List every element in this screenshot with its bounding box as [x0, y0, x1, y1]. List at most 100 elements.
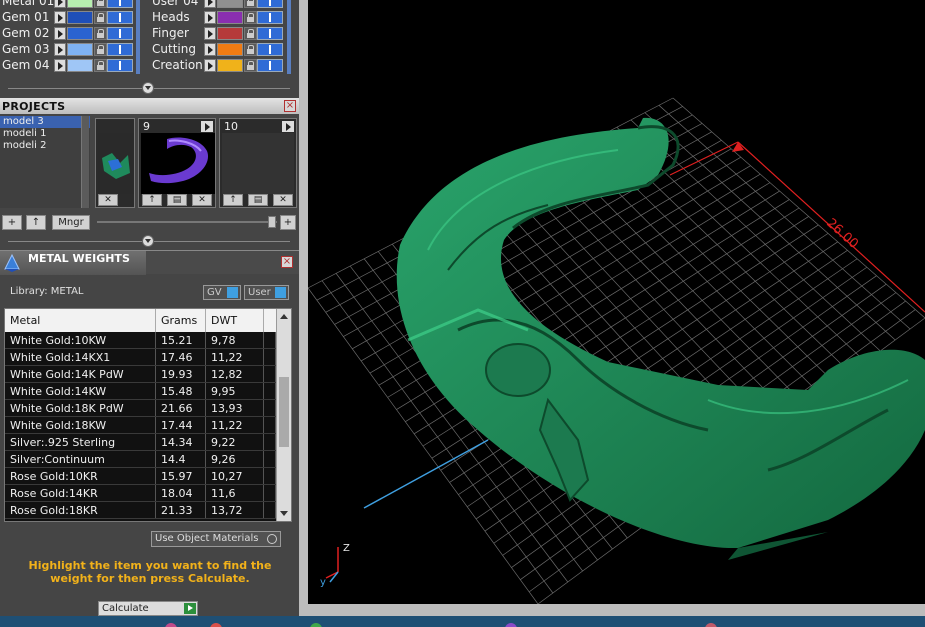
project-thumbnail[interactable]: 10 ↑ ▤ ✕: [219, 118, 297, 208]
axis-z-label: Z: [343, 543, 350, 554]
table-row[interactable]: White Gold:14K PdW 19.93 12,82: [5, 366, 276, 383]
taskbar-app-icon[interactable]: [505, 623, 517, 627]
visibility-toggle[interactable]: [257, 0, 283, 8]
manager-button[interactable]: Mngr: [52, 215, 90, 230]
visibility-toggle[interactable]: [257, 27, 283, 40]
project-thumbnail[interactable]: ✕: [95, 118, 135, 208]
thumbnail-size-slider[interactable]: [97, 221, 277, 223]
expand-arrow-icon[interactable]: [204, 11, 216, 24]
layer-color-swatch[interactable]: [67, 27, 93, 40]
thumb-save-button[interactable]: ▤: [248, 194, 268, 206]
thumb-up-button[interactable]: ↑: [142, 194, 162, 206]
expand-arrow-icon[interactable]: [204, 59, 216, 72]
table-row[interactable]: Silver:Continuum 14.4 9,26: [5, 451, 276, 468]
column-header-metal[interactable]: Metal: [5, 309, 156, 332]
layers-scrollbar[interactable]: [287, 0, 291, 74]
table-row[interactable]: White Gold:10KW 15.21 9,78: [5, 332, 276, 349]
layer-color-swatch[interactable]: [217, 0, 243, 8]
scroll-down-icon[interactable]: [280, 511, 288, 516]
layer-color-swatch[interactable]: [217, 27, 243, 40]
taskbar-app-icon[interactable]: [165, 623, 177, 627]
move-up-button[interactable]: ↑: [26, 215, 46, 230]
close-icon[interactable]: ×: [284, 100, 296, 112]
lock-icon[interactable]: [244, 27, 257, 40]
user-toggle[interactable]: User: [244, 285, 289, 300]
table-row[interactable]: Rose Gold:10KR 15.97 10,27: [5, 468, 276, 485]
table-row[interactable]: Silver:.925 Sterling 14.34 9,22: [5, 434, 276, 451]
jewelry-model[interactable]: [396, 117, 925, 560]
expand-arrow-icon[interactable]: [204, 27, 216, 40]
metal-weights-tab[interactable]: METAL WEIGHTS: [0, 251, 146, 275]
table-row[interactable]: White Gold:14KX1 17.46 11,22: [5, 349, 276, 366]
axis-y-label: y: [320, 577, 326, 588]
visibility-toggle[interactable]: [257, 43, 283, 56]
thumb-delete-button[interactable]: ✕: [192, 194, 212, 206]
thumbnail-menu-arrow-icon[interactable]: [282, 121, 294, 132]
expand-arrow-icon[interactable]: [204, 0, 216, 8]
table-row[interactable]: White Gold:18KW 17.44 11,22: [5, 417, 276, 434]
scroll-thumb[interactable]: [279, 377, 289, 447]
lock-icon[interactable]: [244, 0, 257, 8]
expand-arrow-icon[interactable]: [54, 27, 66, 40]
table-row[interactable]: Rose Gold:14KR 18.04 11,6: [5, 485, 276, 502]
add-project-button[interactable]: +: [2, 215, 22, 230]
layer-color-swatch[interactable]: [67, 0, 93, 8]
column-header-dwt[interactable]: DWT: [206, 309, 264, 332]
layer-color-swatch[interactable]: [67, 11, 93, 24]
taskbar-app-icon[interactable]: [310, 623, 322, 627]
thumb-delete-button[interactable]: ✕: [98, 194, 118, 206]
column-header-grams[interactable]: Grams: [156, 309, 206, 332]
expand-arrow-icon[interactable]: [54, 0, 66, 8]
visibility-toggle[interactable]: [107, 11, 133, 24]
calculate-button[interactable]: Calculate: [98, 601, 198, 616]
lock-icon[interactable]: [244, 59, 257, 72]
close-icon[interactable]: ×: [281, 256, 293, 268]
collapse-knob-icon[interactable]: [142, 235, 154, 247]
visibility-toggle[interactable]: [107, 43, 133, 56]
thumb-delete-button[interactable]: ✕: [273, 194, 293, 206]
layer-color-swatch[interactable]: [217, 11, 243, 24]
gv-toggle[interactable]: GV: [203, 285, 241, 300]
expand-arrow-icon[interactable]: [54, 59, 66, 72]
scroll-up-icon[interactable]: [280, 314, 288, 319]
project-thumbnail[interactable]: 9 ↑ ▤ ✕: [138, 118, 216, 208]
lock-icon[interactable]: [94, 59, 107, 72]
list-item[interactable]: modeli 1: [0, 128, 90, 140]
lock-icon[interactable]: [94, 27, 107, 40]
use-object-materials-toggle[interactable]: Use Object Materials: [151, 531, 281, 547]
layer-color-swatch[interactable]: [217, 59, 243, 72]
expand-arrow-icon[interactable]: [204, 43, 216, 56]
layer-color-swatch[interactable]: [67, 59, 93, 72]
lock-icon[interactable]: [244, 43, 257, 56]
collapse-knob-icon[interactable]: [142, 82, 154, 94]
layer-color-swatch[interactable]: [217, 43, 243, 56]
lock-icon[interactable]: [94, 11, 107, 24]
table-row[interactable]: White Gold:18K PdW 21.66 13,93: [5, 400, 276, 417]
list-item[interactable]: modeli 2: [0, 140, 90, 152]
taskbar-app-icon[interactable]: [705, 623, 717, 627]
visibility-toggle[interactable]: [107, 0, 133, 8]
expand-arrow-icon[interactable]: [54, 11, 66, 24]
slider-handle[interactable]: [268, 216, 276, 228]
thumb-up-button[interactable]: ↑: [223, 194, 243, 206]
visibility-toggle[interactable]: [107, 59, 133, 72]
taskbar-app-icon[interactable]: [210, 623, 222, 627]
list-item[interactable]: model 3: [0, 116, 90, 128]
table-scrollbar[interactable]: [276, 309, 291, 521]
thumbnail-menu-arrow-icon[interactable]: [201, 121, 213, 132]
layer-color-swatch[interactable]: [67, 43, 93, 56]
3d-viewport[interactable]: 26.00 Z y: [308, 0, 925, 604]
table-row[interactable]: White Gold:14KW 15.48 9,95: [5, 383, 276, 400]
lock-icon[interactable]: [244, 11, 257, 24]
project-list-scrollbar[interactable]: [81, 116, 89, 208]
thumb-save-button[interactable]: ▤: [167, 194, 187, 206]
table-row[interactable]: Rose Gold:18KR 21.33 13,72: [5, 502, 276, 519]
lock-icon[interactable]: [94, 43, 107, 56]
visibility-toggle[interactable]: [257, 11, 283, 24]
lock-icon[interactable]: [94, 0, 107, 8]
visibility-toggle[interactable]: [257, 59, 283, 72]
zoom-in-button[interactable]: +: [280, 215, 296, 230]
project-list[interactable]: model 3 modeli 1 modeli 2: [0, 116, 90, 208]
visibility-toggle[interactable]: [107, 27, 133, 40]
expand-arrow-icon[interactable]: [54, 43, 66, 56]
